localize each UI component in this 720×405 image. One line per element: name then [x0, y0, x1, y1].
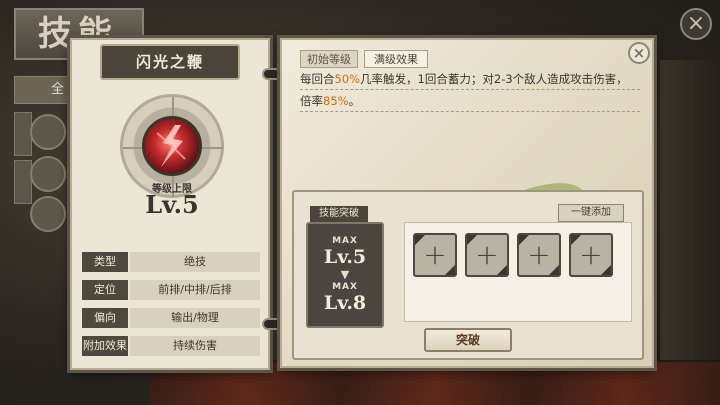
- current-max-label: MAX: [332, 236, 358, 246]
- breakthrough-level-card: MAX Lv.5 ▼ MAX Lv.8: [306, 222, 384, 328]
- add-all-button[interactable]: 一键添加: [558, 204, 624, 222]
- material-slot[interactable]: +: [465, 233, 509, 277]
- breakthrough-button[interactable]: 突破: [424, 328, 512, 352]
- close-icon[interactable]: ×: [680, 8, 712, 40]
- skill-detail-panel: × 初始等级 满级效果 每回合50%几率触发，1回合蓄力；对2-3个敌人造成攻击…: [280, 38, 654, 368]
- skill-breakthrough-section: 技能突破 MAX Lv.5 ▼ MAX Lv.8 一键添加 + + + + 突破: [292, 190, 644, 360]
- next-max-level: Lv.8: [323, 292, 367, 314]
- material-slot[interactable]: +: [569, 233, 613, 277]
- attribute-value: 输出/物理: [130, 308, 260, 328]
- lightning-whip-icon: [142, 116, 202, 176]
- attribute-row-bias: 偏向 输出/物理: [82, 308, 260, 328]
- attribute-row-position: 定位 前排/中排/后排: [82, 280, 260, 300]
- close-icon[interactable]: ×: [628, 42, 650, 64]
- material-slot-area: + + + +: [404, 222, 632, 322]
- plus-icon: +: [475, 238, 499, 271]
- background-right-area: [660, 60, 720, 360]
- filter-three-stage-button[interactable]: [30, 196, 66, 232]
- plus-icon: +: [423, 238, 447, 271]
- material-slot[interactable]: +: [413, 233, 457, 277]
- plus-icon: +: [579, 238, 603, 271]
- damage-multiplier: 85%: [323, 94, 349, 108]
- attribute-key: 类型: [82, 252, 128, 272]
- plus-icon: +: [527, 238, 551, 271]
- tab-initial-level[interactable]: 初始等级: [300, 50, 358, 68]
- attribute-key: 附加效果: [82, 336, 128, 356]
- attribute-value: 绝技: [130, 252, 260, 272]
- attribute-key: 定位: [82, 280, 128, 300]
- breakthrough-title: 技能突破: [310, 206, 368, 222]
- attribute-value: 持续伤害: [130, 336, 260, 356]
- skill-card-panel: 闪光之鞭 等级上限 Lv.5 类型 绝技 定位 前排/中排/后排 偏向 输出/物…: [70, 38, 270, 370]
- material-slot[interactable]: +: [517, 233, 561, 277]
- side-label-domain: [14, 160, 32, 204]
- tab-max-level-effect[interactable]: 满级效果: [364, 50, 428, 68]
- filter-front-button[interactable]: [30, 114, 66, 150]
- next-max-label: MAX: [332, 282, 358, 292]
- skill-description: 每回合50%几率触发，1回合蓄力；对2-3个敌人造成攻击伤害， 倍率85%。: [300, 68, 640, 112]
- filter-all-tab[interactable]: 全: [14, 76, 74, 104]
- current-max-level: Lv.5: [323, 246, 367, 268]
- skill-level: Lv.5: [145, 190, 199, 219]
- filter-domain-button[interactable]: [30, 156, 66, 192]
- attribute-key: 偏向: [82, 308, 128, 328]
- skill-name: 闪光之鞭: [100, 44, 240, 80]
- chevron-down-icon: ▼: [340, 268, 350, 281]
- attribute-row-extra-effect: 附加效果 持续伤害: [82, 336, 260, 356]
- attribute-value: 前排/中排/后排: [130, 280, 260, 300]
- attribute-row-type: 类型 绝技: [82, 252, 260, 272]
- trigger-chance: 50%: [334, 72, 361, 86]
